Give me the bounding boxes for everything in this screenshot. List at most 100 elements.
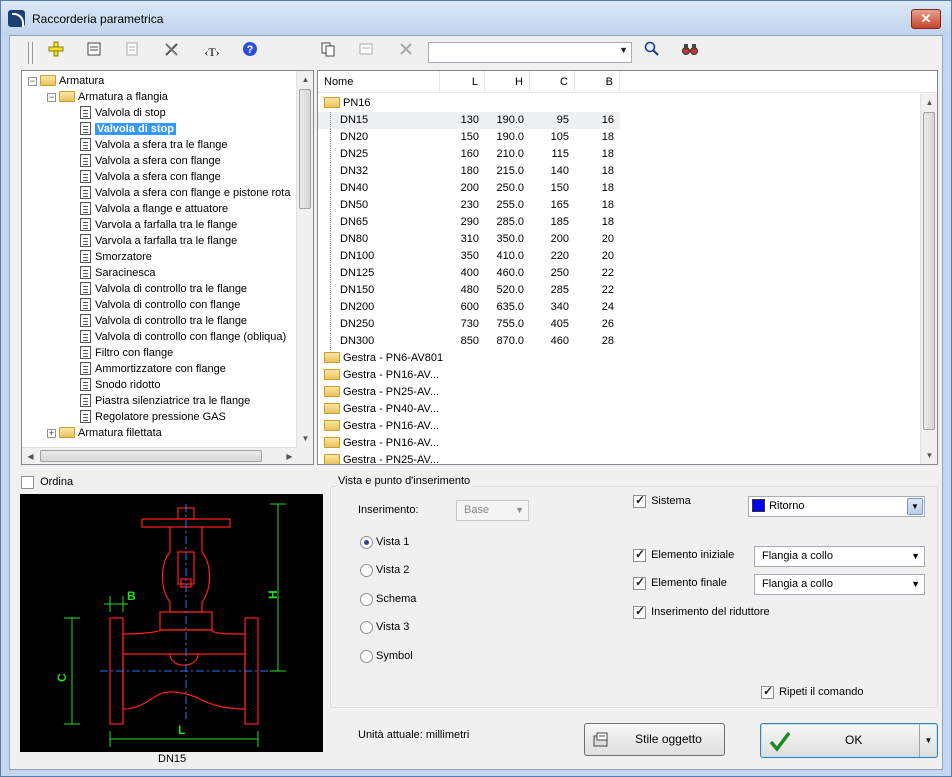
tree-item[interactable]: Varvola a farfalla tra le flange xyxy=(66,233,237,249)
tree-item[interactable]: Saracinesca xyxy=(66,265,156,281)
view-radio-vista-3[interactable]: Vista 3 xyxy=(360,621,409,634)
ripeti-check-box[interactable] xyxy=(761,684,774,699)
tree-item[interactable]: Valvola di stop xyxy=(66,105,166,121)
column-header-h[interactable]: H xyxy=(485,71,530,93)
column-header-l[interactable]: L xyxy=(440,71,485,93)
elemento-finale-dropdown[interactable]: Flangia a collo ▼ xyxy=(754,574,925,595)
ripeti-option[interactable]: Ripeti il comando xyxy=(761,684,863,699)
grid-vertical-scrollbar[interactable]: ▲ ▼ xyxy=(920,94,937,464)
tree-item[interactable]: Valvola di controllo con flange xyxy=(66,297,240,313)
column-header-nome[interactable]: Nome xyxy=(318,71,440,93)
column-header-c[interactable]: C xyxy=(530,71,575,93)
table-row[interactable]: DN250 730 755.0 405 26 xyxy=(318,316,620,333)
radio-button[interactable] xyxy=(360,621,373,634)
tools-button[interactable] xyxy=(160,41,184,63)
radio-button[interactable] xyxy=(360,564,373,577)
stile-oggetto-button[interactable]: Stile oggetto xyxy=(584,723,725,756)
view-radio-symbol[interactable]: Symbol xyxy=(360,650,413,663)
tree-folder-item[interactable]: + Armatura filettata xyxy=(47,425,162,441)
properties-button[interactable] xyxy=(82,41,106,63)
tree-horizontal-scrollbar[interactable]: ◀ ▶ xyxy=(22,447,298,464)
tree-item[interactable]: Valvola di controllo tra le flange xyxy=(66,281,247,297)
ok-button[interactable]: OK ▼ xyxy=(760,723,938,758)
table-row[interactable]: DN125 400 460.0 250 22 xyxy=(318,265,620,282)
scroll-up-icon[interactable]: ▲ xyxy=(921,94,937,111)
title-bar[interactable]: Raccorderia parametrica ✕ xyxy=(1,1,951,35)
delete-button[interactable] xyxy=(394,41,418,63)
elemento-iniziale-option[interactable]: Elemento iniziale xyxy=(633,547,734,562)
radio-button[interactable] xyxy=(360,650,373,663)
tree-item[interactable]: Regolatore pressione GAS xyxy=(66,409,226,425)
elemento-finale-option[interactable]: Elemento finale xyxy=(633,575,727,590)
table-row[interactable]: DN150 480 520.0 285 22 xyxy=(318,282,620,299)
tree-hscroll-thumb[interactable] xyxy=(40,450,262,462)
tree-item[interactable]: Valvola a sfera tra le flange xyxy=(66,137,227,153)
tree-item[interactable]: Smorzatore xyxy=(66,249,152,265)
grid-scroll-thumb[interactable] xyxy=(923,112,935,430)
collapse-icon[interactable]: − xyxy=(47,92,56,102)
table-row[interactable]: DN32 180 215.0 140 18 xyxy=(318,163,620,180)
ok-split-dropdown[interactable]: ▼ xyxy=(919,724,937,757)
grid-group-row[interactable]: PN16 xyxy=(324,95,371,112)
elemento-iniziale-dropdown[interactable]: Flangia a collo ▼ xyxy=(754,546,925,567)
tree-item[interactable]: Valvola a sfera con flange xyxy=(66,153,221,169)
tree-item[interactable]: Valvola di controllo tra le flange xyxy=(66,313,247,329)
radio-button[interactable] xyxy=(360,536,373,549)
tree-item[interactable]: Valvola di stop xyxy=(66,121,177,137)
grid-folder-row[interactable]: Gestra - PN25-AV... xyxy=(324,452,439,464)
radio-button[interactable] xyxy=(360,593,373,606)
view-radio-vista-1[interactable]: Vista 1 xyxy=(360,536,409,549)
tree-item[interactable]: Valvola a sfera con flange e pistone rot… xyxy=(66,185,290,201)
elemento-iniziale-check-box[interactable] xyxy=(633,547,646,562)
tree-item[interactable]: Varvola a farfalla tra le flange xyxy=(66,217,237,233)
category-tree[interactable]: − Armatura − Armatura a flangia Valvola di s… xyxy=(21,70,314,465)
elemento-finale-check-box[interactable] xyxy=(633,575,646,590)
paste-button[interactable] xyxy=(354,41,378,63)
grid-folder-row[interactable]: Gestra - PN16-AV... xyxy=(324,367,439,384)
grid-folder-row[interactable]: Gestra - PN40-AV... xyxy=(324,401,439,418)
scroll-up-icon[interactable]: ▲ xyxy=(297,71,313,88)
add-button[interactable] xyxy=(44,41,68,63)
tree-item[interactable]: Piastra silenziatrice tra le flange xyxy=(66,393,250,409)
text-tag-button[interactable]: ‹T› xyxy=(200,41,224,63)
grid-folder-row[interactable]: Gestra - PN16-AV... xyxy=(324,435,439,452)
search-combo[interactable]: ▼ xyxy=(428,42,632,63)
sistema-dropdown[interactable]: Ritorno ▼ xyxy=(748,496,925,517)
tree-item[interactable]: Valvola di controllo con flange (obliqua… xyxy=(66,329,286,345)
find-binoculars-button[interactable] xyxy=(678,41,702,63)
table-row[interactable]: DN50 230 255.0 165 18 xyxy=(318,197,620,214)
view-radio-vista-2[interactable]: Vista 2 xyxy=(360,564,409,577)
tree-folder-item[interactable]: − Armatura xyxy=(28,73,104,89)
grid-folder-row[interactable]: Gestra - PN6-AV801 xyxy=(324,350,443,367)
inserimento-dropdown[interactable]: Base ▼ xyxy=(456,500,529,521)
grid-folder-row[interactable]: Gestra - PN16-AV... xyxy=(324,418,439,435)
sistema-option[interactable]: Sistema xyxy=(633,493,691,508)
table-row[interactable]: DN20 150 190.0 105 18 xyxy=(318,129,620,146)
grid-folder-row[interactable]: Gestra - PN25-AV... xyxy=(324,384,439,401)
tree-scroll-thumb[interactable] xyxy=(299,89,311,209)
table-row[interactable]: DN300 850 870.0 460 28 xyxy=(318,333,620,350)
ordina-checkbox[interactable]: Ordina xyxy=(21,476,73,489)
list-button[interactable] xyxy=(120,41,144,63)
search-button[interactable] xyxy=(640,41,664,63)
table-row[interactable]: DN80 310 350.0 200 20 xyxy=(318,231,620,248)
table-row[interactable]: DN25 160 210.0 115 18 xyxy=(318,146,620,163)
tree-item[interactable]: Valvola a sfera con flange xyxy=(66,169,221,185)
tree-item[interactable]: Valvola a flange e attuatore xyxy=(66,201,228,217)
scroll-down-icon[interactable]: ▼ xyxy=(921,447,937,464)
ordina-check-box[interactable] xyxy=(21,476,34,489)
scroll-down-icon[interactable]: ▼ xyxy=(297,430,313,447)
collapse-icon[interactable]: − xyxy=(28,76,37,86)
tree-item[interactable]: Filtro con flange xyxy=(66,345,173,361)
close-button[interactable]: ✕ xyxy=(911,9,941,29)
view-radio-schema[interactable]: Schema xyxy=(360,593,416,606)
tree-item[interactable]: Ammortizzatore con flange xyxy=(66,361,226,377)
table-row[interactable]: DN100 350 410.0 220 20 xyxy=(318,248,620,265)
sizes-grid[interactable]: Nome L H C B PN16 DN15 130 190.0 95 16 DN20 150… xyxy=(317,70,938,465)
sistema-check-box[interactable] xyxy=(633,493,646,508)
tree-item[interactable]: Snodo ridotto xyxy=(66,377,160,393)
help-button[interactable]: ? xyxy=(238,41,262,63)
riduttore-check-box[interactable] xyxy=(633,604,646,619)
tree-vertical-scrollbar[interactable]: ▲ ▼ xyxy=(296,71,313,447)
table-row[interactable]: DN40 200 250.0 150 18 xyxy=(318,180,620,197)
